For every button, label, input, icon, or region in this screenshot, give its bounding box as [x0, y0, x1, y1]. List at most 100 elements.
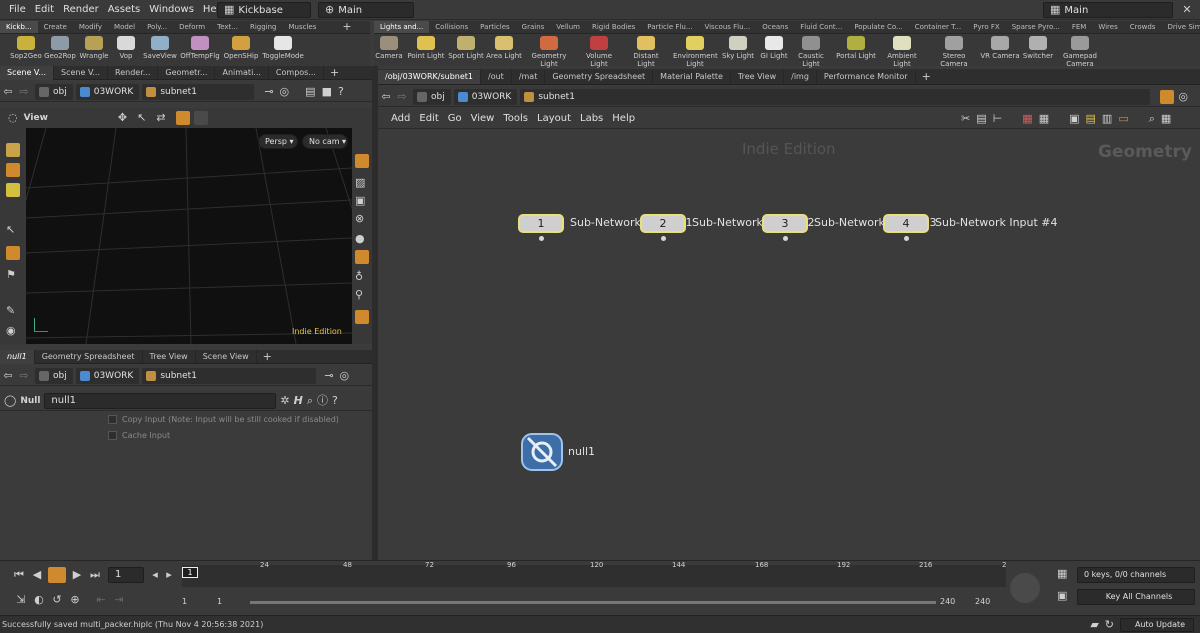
probe-icon[interactable]: ⚲ — [355, 288, 363, 302]
tab-tree-view[interactable]: Tree View — [143, 349, 196, 364]
list-icon[interactable]: ▤ — [976, 112, 986, 126]
step-back-icon[interactable]: ◂ — [148, 568, 162, 582]
shelf-tool[interactable]: SaveView — [138, 36, 182, 60]
shelf-tool[interactable]: OffTempFlg — [178, 36, 222, 60]
transform-icon[interactable]: ⇄ — [156, 111, 165, 125]
tab-composite[interactable]: Compos... — [269, 65, 324, 80]
add-tab-icon[interactable]: + — [263, 350, 272, 364]
search-icon[interactable]: ⌕ — [307, 394, 313, 408]
shelf-tab[interactable]: Particles — [474, 21, 516, 33]
tab-obj-path[interactable]: /obj/03WORK/subnet1 — [378, 69, 482, 84]
breadcrumb-03work[interactable]: 03WORK — [75, 367, 140, 384]
shelf-tab[interactable]: FEM — [1066, 21, 1093, 33]
split-icon[interactable]: ▤ — [305, 85, 315, 99]
shelf-tab[interactable]: Populate Co... — [848, 21, 908, 33]
info-icon[interactable]: ⓘ — [317, 394, 328, 408]
tab-img[interactable]: /img — [784, 69, 817, 84]
select-arrow-icon[interactable]: ↖ — [137, 111, 146, 125]
menu-edit[interactable]: Edit — [35, 4, 54, 15]
ghost-icon[interactable]: ▨ — [355, 176, 365, 190]
add-tab-icon[interactable]: + — [922, 70, 931, 84]
shading-icon[interactable]: ● — [355, 232, 365, 246]
close-icon[interactable]: ✕ — [1180, 3, 1194, 17]
link-icon[interactable]: ◎ — [1178, 90, 1188, 104]
shelf-tool[interactable]: Geometry Light — [527, 36, 571, 68]
breadcrumb-03work[interactable]: 03WORK — [75, 83, 140, 100]
shelf-tab[interactable]: Crowds — [1124, 21, 1162, 33]
pin-icon[interactable] — [1160, 89, 1175, 104]
snapshot-icon[interactable]: ⊗ — [355, 212, 364, 226]
tab-render[interactable]: Render... — [108, 65, 159, 80]
shelf-tab[interactable]: Muscles — [283, 21, 323, 33]
maximize-icon[interactable]: ■ — [322, 85, 332, 99]
jump-start-icon[interactable]: ⏮ — [10, 568, 28, 582]
gear-icon[interactable]: ✲ — [280, 394, 289, 408]
tumble-icon[interactable]: ✥ — [118, 111, 127, 125]
network-editor[interactable]: Indie Edition Geometry 1 Sub-Network Inp… — [378, 130, 1200, 560]
cache-input-row[interactable]: Cache Input — [108, 431, 170, 440]
stop-icon[interactable] — [48, 567, 66, 583]
tab-tree-view[interactable]: Tree View — [731, 69, 785, 84]
shelf-tool[interactable]: Environment Light — [673, 36, 718, 68]
breadcrumb-subnet1[interactable]: subnet1 — [142, 83, 255, 100]
tab-out[interactable]: /out — [481, 69, 512, 84]
shelf-tab[interactable]: Modify — [73, 21, 108, 33]
handle-icon[interactable]: ⚑ — [6, 268, 16, 282]
output-connector[interactable] — [539, 236, 544, 241]
shelf-tool[interactable]: Gamepad Camera — [1058, 36, 1102, 68]
camera-view-icon[interactable] — [355, 310, 369, 324]
back-icon[interactable]: ⇦ — [378, 90, 394, 104]
menu-view[interactable]: View — [471, 113, 495, 124]
copy-input-row[interactable]: Copy Input (Note: Input will be still co… — [108, 415, 339, 424]
shelf-tab[interactable]: Vellum — [550, 21, 586, 33]
auto-update-button[interactable]: Auto Update — [1120, 617, 1194, 632]
add-key-icon[interactable]: ⊕ — [66, 593, 84, 607]
sticky-note-icon[interactable]: ▤ — [1086, 112, 1096, 126]
loop-icon[interactable]: ↺ — [48, 593, 66, 607]
snap-icon[interactable] — [175, 111, 190, 125]
viewport[interactable]: Persp ▾ No cam ▾ Indie Edition — [26, 128, 352, 344]
lamp-icon[interactable]: ♁ — [355, 270, 363, 284]
menu-render[interactable]: Render — [63, 4, 99, 15]
shelf-tab[interactable]: Drive Simu... — [1161, 21, 1200, 33]
tab-null1[interactable]: null1 — [0, 349, 35, 364]
jump-end-icon[interactable]: ⏭ — [86, 568, 104, 582]
breadcrumb-subnet1[interactable]: subnet1 — [142, 367, 317, 384]
grid-icon[interactable]: ▦ — [1039, 112, 1049, 126]
display-icon[interactable] — [193, 111, 208, 125]
tab-performance-monitor[interactable]: Performance Monitor — [817, 69, 916, 84]
add-shelf-icon[interactable]: + — [340, 20, 354, 34]
play-reverse-icon[interactable]: ◀ — [28, 568, 46, 582]
add-tab-icon[interactable]: + — [330, 66, 339, 80]
pin-icon[interactable]: ⊸ — [264, 85, 273, 99]
range-slider[interactable] — [250, 601, 936, 604]
menu-go[interactable]: Go — [448, 113, 462, 124]
current-frame-marker[interactable]: 1 — [182, 567, 198, 578]
copy-input-checkbox[interactable] — [108, 415, 117, 424]
key-all-button[interactable]: Key All Channels — [1077, 589, 1195, 605]
range-end-field[interactable]: 240 — [940, 595, 970, 609]
breadcrumb-obj[interactable]: obj — [413, 88, 451, 105]
subnet-input-node-2[interactable]: 2 — [640, 214, 686, 233]
wrench-icon[interactable]: ✂ — [961, 112, 970, 126]
range-end-field-2[interactable]: 240 — [975, 595, 1005, 609]
shelf-tab[interactable]: Kickb... — [0, 21, 38, 33]
shelf-tab[interactable]: Rigging — [244, 21, 283, 33]
shelf-tab[interactable]: Lights and... — [374, 21, 430, 33]
shelf-tool[interactable]: Ambient Light — [880, 36, 924, 68]
shelf-tab[interactable]: Collisions — [429, 21, 474, 33]
tab-geometry-spreadsheet[interactable]: Geometry Spreadsheet — [35, 349, 143, 364]
scale-icon[interactable] — [6, 183, 20, 197]
tab-geometry[interactable]: Geometr... — [158, 65, 216, 80]
shelf-tab[interactable]: Sparse Pyro... — [1006, 21, 1066, 33]
shelf-tool[interactable]: Area Light — [482, 36, 526, 60]
forward-icon[interactable]: ⇨ — [394, 90, 410, 104]
range-start-field-2[interactable]: 1 — [217, 595, 247, 609]
houdini-h-icon[interactable]: H — [294, 394, 303, 408]
shelf-tab[interactable]: Fluid Cont... — [794, 21, 848, 33]
output-connector[interactable] — [661, 236, 666, 241]
shelf-tool[interactable]: ToggleMode — [261, 36, 305, 60]
cursor-icon[interactable]: ⇲ — [12, 593, 30, 607]
menu-help[interactable]: Help — [612, 113, 635, 124]
tab-scene-view[interactable]: Scene V... — [0, 65, 55, 80]
